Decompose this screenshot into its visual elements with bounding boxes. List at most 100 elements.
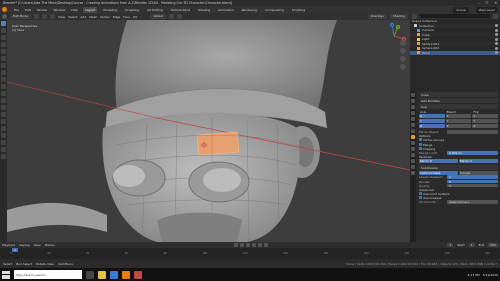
menu-select[interactable]: Select <box>68 15 77 19</box>
quality-field[interactable]: 3 <box>447 183 498 188</box>
checkbox-icon[interactable] <box>419 146 422 150</box>
blender-logo-icon[interactable] <box>2 7 7 12</box>
tab-modeling[interactable]: Modeling <box>101 7 119 13</box>
camera-view-icon[interactable] <box>400 56 406 62</box>
visibility-eye-icon[interactable] <box>495 28 498 32</box>
edge-select-icon[interactable] <box>41 14 47 19</box>
axis-toggle[interactable]: Y <box>472 119 498 123</box>
world-tab-icon[interactable] <box>411 123 415 127</box>
face-select-icon[interactable] <box>49 14 55 19</box>
file-explorer-icon[interactable] <box>98 270 106 279</box>
visibility-eye-icon[interactable] <box>495 51 498 55</box>
menu-edit[interactable]: Edit <box>24 8 32 12</box>
axis-toggle[interactable]: X <box>445 114 472 118</box>
visibility-eye-icon[interactable] <box>495 33 498 37</box>
object-name-field[interactable]: Cube <box>419 92 498 97</box>
tool-tab-icon[interactable] <box>411 93 415 97</box>
knife-tool-icon[interactable] <box>1 105 6 110</box>
current-frame-field[interactable]: 1 <box>447 243 454 247</box>
poly-build-tool-icon[interactable] <box>1 112 6 117</box>
scene-tab-icon[interactable] <box>411 117 415 121</box>
blender-taskbar-icon[interactable] <box>122 270 130 279</box>
start-frame-field[interactable]: 1 <box>468 243 475 247</box>
subdivision-modifier-header[interactable]: Subdivision <box>419 165 498 171</box>
render-tab-icon[interactable] <box>411 99 415 103</box>
windows-start-icon[interactable] <box>2 270 10 279</box>
tab-scripting[interactable]: Scripting <box>290 7 307 13</box>
pan-hand-icon[interactable] <box>400 48 406 54</box>
outliner-search-input[interactable] <box>420 14 490 18</box>
tab-sculpting[interactable]: Sculpting <box>123 7 141 13</box>
snap-icon[interactable] <box>168 14 174 19</box>
spin-tool-icon[interactable] <box>1 119 6 124</box>
levels-field[interactable]: 1 <box>447 175 498 179</box>
texture-tab-icon[interactable] <box>411 171 415 175</box>
menu-help[interactable]: Help <box>70 8 79 12</box>
overlays-dropdown[interactable]: Overlays <box>367 14 387 19</box>
menu-uv[interactable]: UV <box>133 15 137 19</box>
outliner-row[interactable]: Torus <box>410 50 500 55</box>
visibility-eye-icon[interactable] <box>495 37 498 41</box>
tab-layout[interactable]: Layout <box>83 6 98 13</box>
extrude-tool-icon[interactable] <box>1 77 6 82</box>
editor-type-icon[interactable]: ◰ <box>2 14 7 19</box>
measure-tool-icon[interactable] <box>1 70 6 75</box>
merge-limit-field[interactable]: 0.001 m <box>447 150 498 155</box>
menu-window[interactable]: Window <box>53 8 67 12</box>
mirror-u-toggle[interactable]: Mirror U <box>419 159 458 164</box>
axis-toggle[interactable]: Y <box>445 119 472 123</box>
menu-vertex[interactable]: Vertex <box>100 15 110 19</box>
end-frame-field[interactable]: 250 <box>488 243 498 247</box>
checkbox-icon[interactable] <box>419 138 422 142</box>
tab-compositing[interactable]: Compositing <box>263 7 286 13</box>
axis-toggle[interactable]: Y <box>419 119 445 123</box>
tab-rendering[interactable]: Rendering <box>240 7 259 13</box>
mirror-modifier-header[interactable]: Sub <box>419 104 498 109</box>
tab-texture-paint[interactable]: Texture Paint <box>169 7 192 13</box>
constraints-tab-icon[interactable] <box>411 153 415 157</box>
maximize-button[interactable]: ☐ <box>485 1 488 5</box>
menu-edge[interactable]: Edge <box>113 15 121 19</box>
visibility-eye-icon[interactable] <box>495 46 498 50</box>
view-layer-selector[interactable]: View Layer <box>475 6 498 13</box>
axis-toggle[interactable]: Z <box>472 124 498 128</box>
3d-viewport[interactable] <box>7 20 410 242</box>
add-modifier-button[interactable]: Add Modifier <box>419 98 498 103</box>
zoom-icon[interactable] <box>400 40 406 46</box>
axis-toggle[interactable]: Z <box>419 124 445 128</box>
marker-menu[interactable]: Marker <box>45 243 55 247</box>
view-menu[interactable]: View <box>33 243 40 247</box>
menu-mesh[interactable]: Mesh <box>89 15 97 19</box>
loop-cut-tool-icon[interactable] <box>1 98 6 103</box>
jump-end-icon[interactable] <box>264 243 269 247</box>
transform-tool-icon[interactable] <box>1 56 6 61</box>
prev-keyframe-icon[interactable] <box>240 243 245 247</box>
timeline-ruler[interactable]: 1 0 20 40 60 80 100 120 140 160 180 200 220 240 <box>0 248 500 259</box>
visibility-eye-icon[interactable] <box>495 24 498 28</box>
play-reverse-icon[interactable] <box>246 243 251 247</box>
jump-start-icon[interactable] <box>234 243 239 247</box>
mirror-modifier-name[interactable]: Sub <box>421 105 427 109</box>
close-button[interactable]: ✕ <box>494 1 497 5</box>
shading-dropdown[interactable]: Shading <box>389 14 408 19</box>
output-tab-icon[interactable] <box>411 105 415 109</box>
transform-orientation-dropdown[interactable]: Global <box>150 14 166 19</box>
move-tool-icon[interactable] <box>1 35 6 40</box>
minimize-button[interactable]: – <box>478 1 480 5</box>
ortho-grid-icon[interactable] <box>400 64 406 70</box>
checkbox-icon[interactable] <box>419 192 422 196</box>
particles-tab-icon[interactable] <box>411 141 415 145</box>
menu-add[interactable]: Add <box>80 15 86 19</box>
tab-animation[interactable]: Animation <box>216 7 235 13</box>
clock-time[interactable]: 4:23 PM <box>468 273 480 277</box>
rip-tool-icon[interactable] <box>1 154 6 159</box>
mode-dropdown[interactable]: Edit Mode <box>10 14 31 19</box>
taskbar-search-input[interactable]: Type here to search <box>14 270 82 279</box>
menu-file[interactable]: File <box>13 8 20 12</box>
proportional-edit-icon[interactable] <box>176 14 182 19</box>
shear-tool-icon[interactable] <box>1 147 6 152</box>
tab-uv-editing[interactable]: UV Editing <box>145 7 165 13</box>
data-tab-icon[interactable] <box>411 159 415 163</box>
axis-toggle[interactable]: Z <box>445 124 472 128</box>
filter-icon[interactable] <box>493 13 498 19</box>
